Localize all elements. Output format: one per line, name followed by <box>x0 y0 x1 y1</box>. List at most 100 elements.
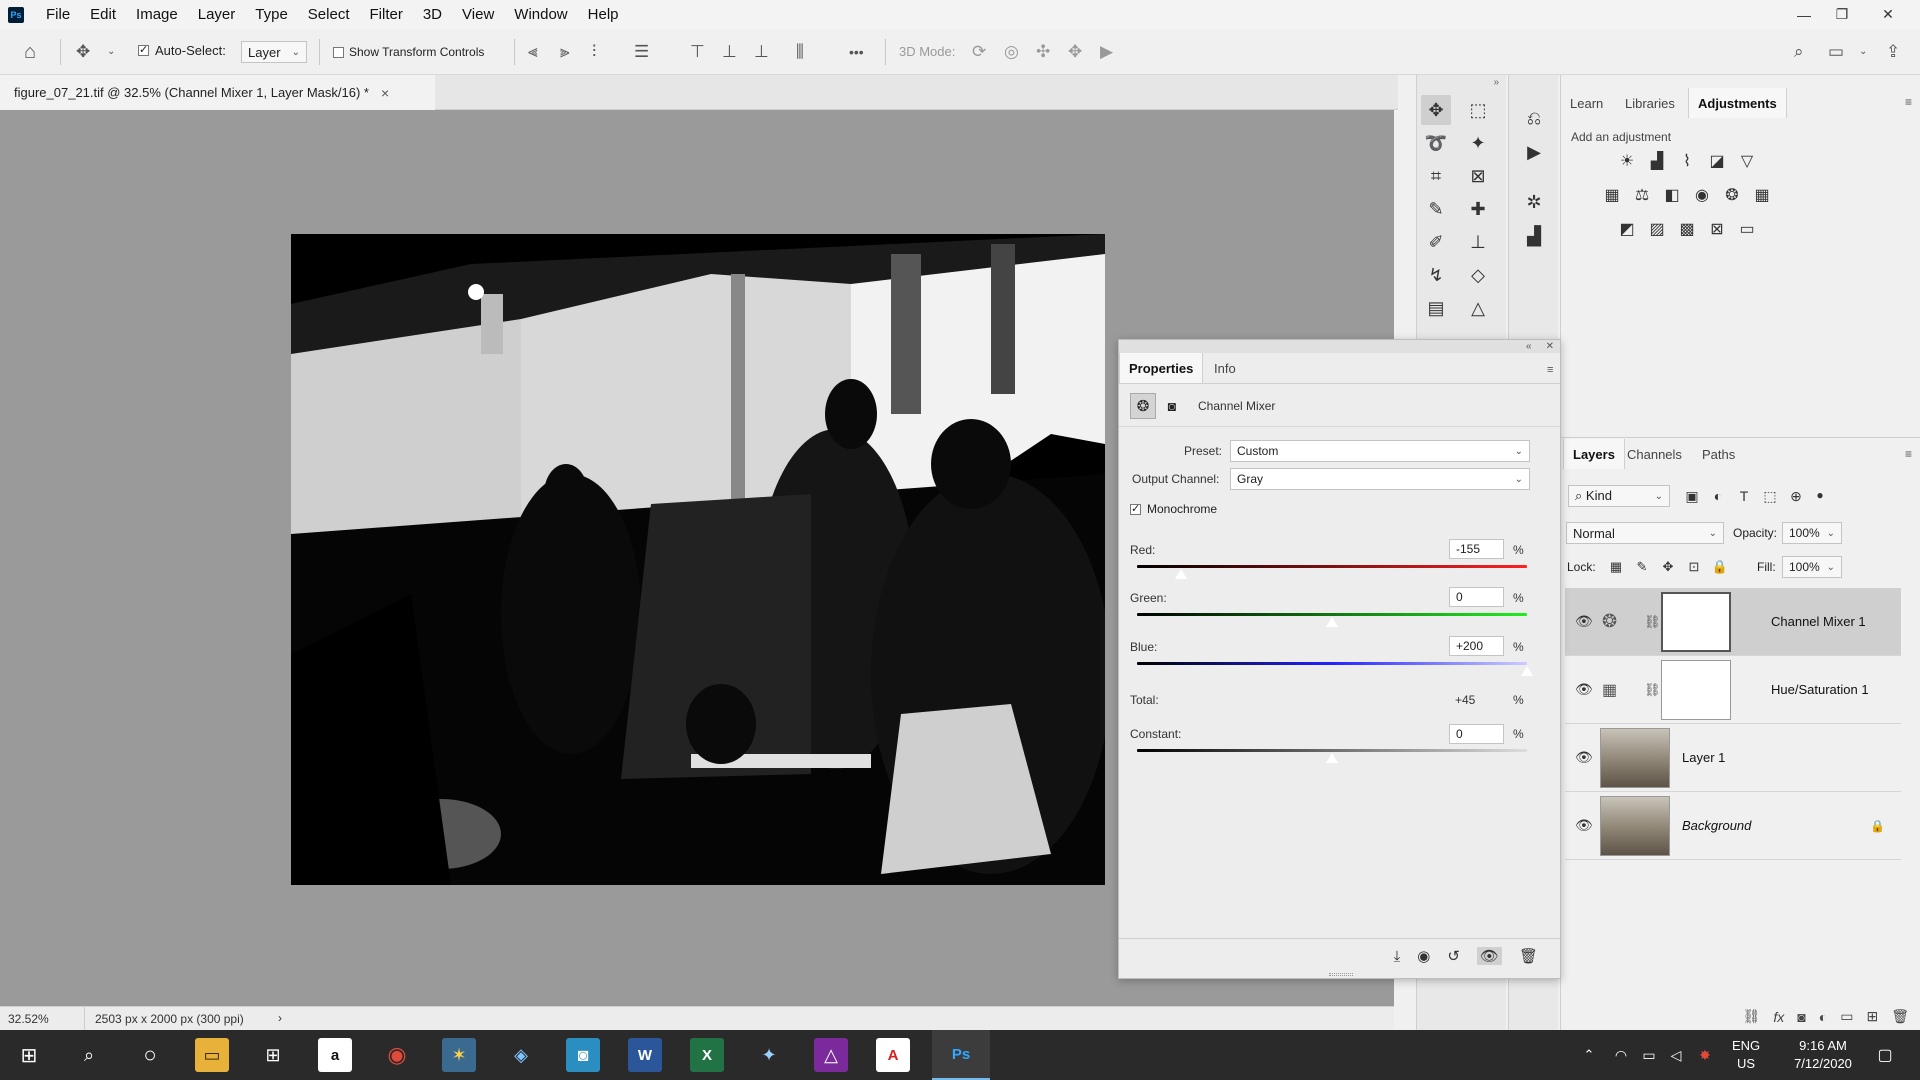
blue-value-field[interactable]: +200 <box>1449 636 1504 656</box>
layer-row-layer-1[interactable]: 👁 Layer 1 <box>1565 724 1901 792</box>
color-lookup-icon[interactable]: ▦ <box>1751 184 1773 206</box>
constant-value-field[interactable]: 0 <box>1449 724 1504 744</box>
vibrance-icon[interactable]: ▽ <box>1736 150 1758 172</box>
mask-icon[interactable]: ◙ <box>1161 395 1183 417</box>
exposure-icon[interactable]: ◪ <box>1706 150 1728 172</box>
visibility-eye-icon[interactable]: 👁 <box>1575 613 1593 630</box>
gradient-tool-icon[interactable]: ▤ <box>1421 293 1451 323</box>
invert-icon[interactable]: ◩ <box>1616 218 1638 240</box>
align-top-icon[interactable]: ⊤ <box>690 42 705 62</box>
blend-mode-dropdown[interactable]: Normal ⌄ <box>1566 522 1724 544</box>
filter-smart-object-icon[interactable]: ⊕ <box>1785 485 1807 507</box>
document-image[interactable] <box>291 234 1105 885</box>
curves-icon[interactable]: ⌇ <box>1676 150 1698 172</box>
clip-to-layer-icon[interactable]: ⤓ <box>1394 948 1401 965</box>
tab-paths[interactable]: Paths <box>1693 439 1744 469</box>
link-layers-icon[interactable]: ⛓ <box>1743 1008 1761 1025</box>
lock-image-icon[interactable]: ✎ <box>1631 556 1653 578</box>
black-white-icon[interactable]: ◧ <box>1661 184 1683 206</box>
brush-tool-icon[interactable]: ✐ <box>1421 227 1451 257</box>
app-a-icon[interactable]: ✶ <box>442 1038 476 1072</box>
word-icon[interactable]: W <box>628 1038 662 1072</box>
distribute-vertical-icon[interactable]: ⫼ <box>796 42 804 62</box>
document-tab[interactable]: figure_07_21.tif @ 32.5% (Channel Mixer … <box>0 75 435 110</box>
collapse-panel-icon[interactable]: » <box>1417 77 1507 89</box>
new-group-icon[interactable]: ▭ <box>1840 1008 1853 1025</box>
eyedropper-tool-icon[interactable]: ✎ <box>1421 194 1451 224</box>
close-panel-icon[interactable]: ✕ <box>1546 341 1554 352</box>
align-bottom-icon[interactable]: ⊥ <box>754 42 769 62</box>
tab-learn[interactable]: Learn <box>1561 88 1612 118</box>
layer-style-fx-icon[interactable]: fx <box>1773 1009 1784 1025</box>
selective-color-icon[interactable]: ⊠ <box>1706 218 1728 240</box>
resize-grip-icon[interactable] <box>1329 973 1353 976</box>
magic-wand-tool-icon[interactable]: ✦ <box>1463 128 1493 158</box>
restore-icon[interactable]: ❐ <box>1820 0 1864 29</box>
camera-icon[interactable]: ◙ <box>566 1038 600 1072</box>
brightness-contrast-icon[interactable]: ☀ <box>1616 150 1638 172</box>
delete-adjustment-icon[interactable]: 🗑 <box>1519 947 1538 965</box>
menu-view[interactable]: View <box>452 0 504 29</box>
lock-all-icon[interactable]: 🔒 <box>1709 556 1731 578</box>
align-left-icon[interactable]: ⫷ <box>528 42 538 62</box>
link-chain-icon[interactable]: ⛓ <box>1644 682 1661 698</box>
layer-row-channel-mixer[interactable]: 👁 ❂ ⛓ Channel Mixer 1 <box>1565 588 1901 656</box>
store-icon[interactable]: ⊞ <box>256 1038 290 1072</box>
visibility-eye-icon[interactable]: 👁 <box>1575 817 1593 834</box>
actions-play-icon[interactable]: ▶ <box>1519 137 1549 167</box>
blue-slider-track[interactable] <box>1137 662 1527 665</box>
layer-thumbnail[interactable] <box>1600 728 1670 788</box>
file-explorer-icon[interactable]: ▭ <box>195 1038 229 1072</box>
green-slider-thumb[interactable] <box>1325 616 1339 628</box>
photoshop-taskbar-icon[interactable]: Ps <box>932 1030 990 1080</box>
chrome-icon[interactable]: ◉ <box>380 1038 414 1072</box>
tab-properties[interactable]: Properties <box>1119 353 1204 383</box>
threshold-icon[interactable]: ▩ <box>1676 218 1698 240</box>
lock-artboard-icon[interactable]: ⊡ <box>1683 556 1705 578</box>
menu-layer[interactable]: Layer <box>188 0 246 29</box>
view-previous-state-icon[interactable]: ◉ <box>1417 947 1430 965</box>
gradient-map-icon[interactable]: ▭ <box>1736 218 1758 240</box>
panel-menu-icon[interactable]: ≡ <box>1905 95 1912 109</box>
eraser-tool-icon[interactable]: ◇ <box>1463 260 1493 290</box>
filter-type-icon[interactable]: T <box>1733 485 1755 507</box>
history-brush-tool-icon[interactable]: ↯ <box>1421 260 1451 290</box>
histogram-icon[interactable]: ▟ <box>1519 221 1549 251</box>
cortana-icon[interactable]: ○ <box>133 1038 167 1072</box>
opacity-field[interactable]: 100% ⌄ <box>1782 522 1842 544</box>
new-adjustment-icon[interactable]: ◐ <box>1819 1009 1827 1025</box>
zoom-level[interactable]: 32.52% <box>8 1012 49 1026</box>
menu-image[interactable]: Image <box>126 0 188 29</box>
search-icon[interactable]: ⌕ <box>72 1038 106 1072</box>
preset-dropdown[interactable]: Custom ⌄ <box>1230 440 1530 462</box>
new-layer-icon[interactable]: ⊞ <box>1866 1008 1878 1025</box>
home-icon[interactable]: ⌂ <box>24 42 36 62</box>
history-icon[interactable]: ⎌ <box>1519 103 1549 133</box>
menu-filter[interactable]: Filter <box>360 0 413 29</box>
constant-slider-thumb[interactable] <box>1325 752 1339 764</box>
collapse-panel-icon[interactable]: « <box>1526 341 1532 352</box>
layer-thumbnail[interactable] <box>1600 796 1670 856</box>
frame-tool-icon[interactable]: ⊠ <box>1463 161 1493 191</box>
fill-field[interactable]: 100% ⌄ <box>1782 556 1842 578</box>
excel-icon[interactable]: X <box>690 1038 724 1072</box>
levels-icon[interactable]: ▟ <box>1646 150 1668 172</box>
menu-edit[interactable]: Edit <box>80 0 126 29</box>
app-c-icon[interactable]: ✦ <box>752 1038 786 1072</box>
more-options-icon[interactable]: ••• <box>849 42 864 62</box>
settings-icon[interactable]: ✲ <box>1519 187 1549 217</box>
clone-stamp-tool-icon[interactable]: ⊥ <box>1463 227 1493 257</box>
channel-mixer-icon[interactable]: ❂ <box>1130 393 1156 419</box>
reset-icon[interactable]: ↺ <box>1447 947 1460 965</box>
visibility-eye-icon[interactable]: 👁 <box>1575 749 1593 766</box>
color-balance-icon[interactable]: ⚖ <box>1631 184 1653 206</box>
workspace-icon[interactable]: ▭ <box>1828 42 1844 62</box>
lock-transparent-icon[interactable]: ▦ <box>1605 556 1627 578</box>
menu-file[interactable]: File <box>36 0 80 29</box>
move-tool-icon[interactable]: ✥ <box>76 42 90 62</box>
menu-window[interactable]: Window <box>504 0 577 29</box>
menu-type[interactable]: Type <box>245 0 298 29</box>
visibility-eye-icon[interactable]: 👁 <box>1575 681 1593 698</box>
status-info-arrow-icon[interactable]: › <box>278 1011 282 1025</box>
tab-channels[interactable]: Channels <box>1618 439 1691 469</box>
